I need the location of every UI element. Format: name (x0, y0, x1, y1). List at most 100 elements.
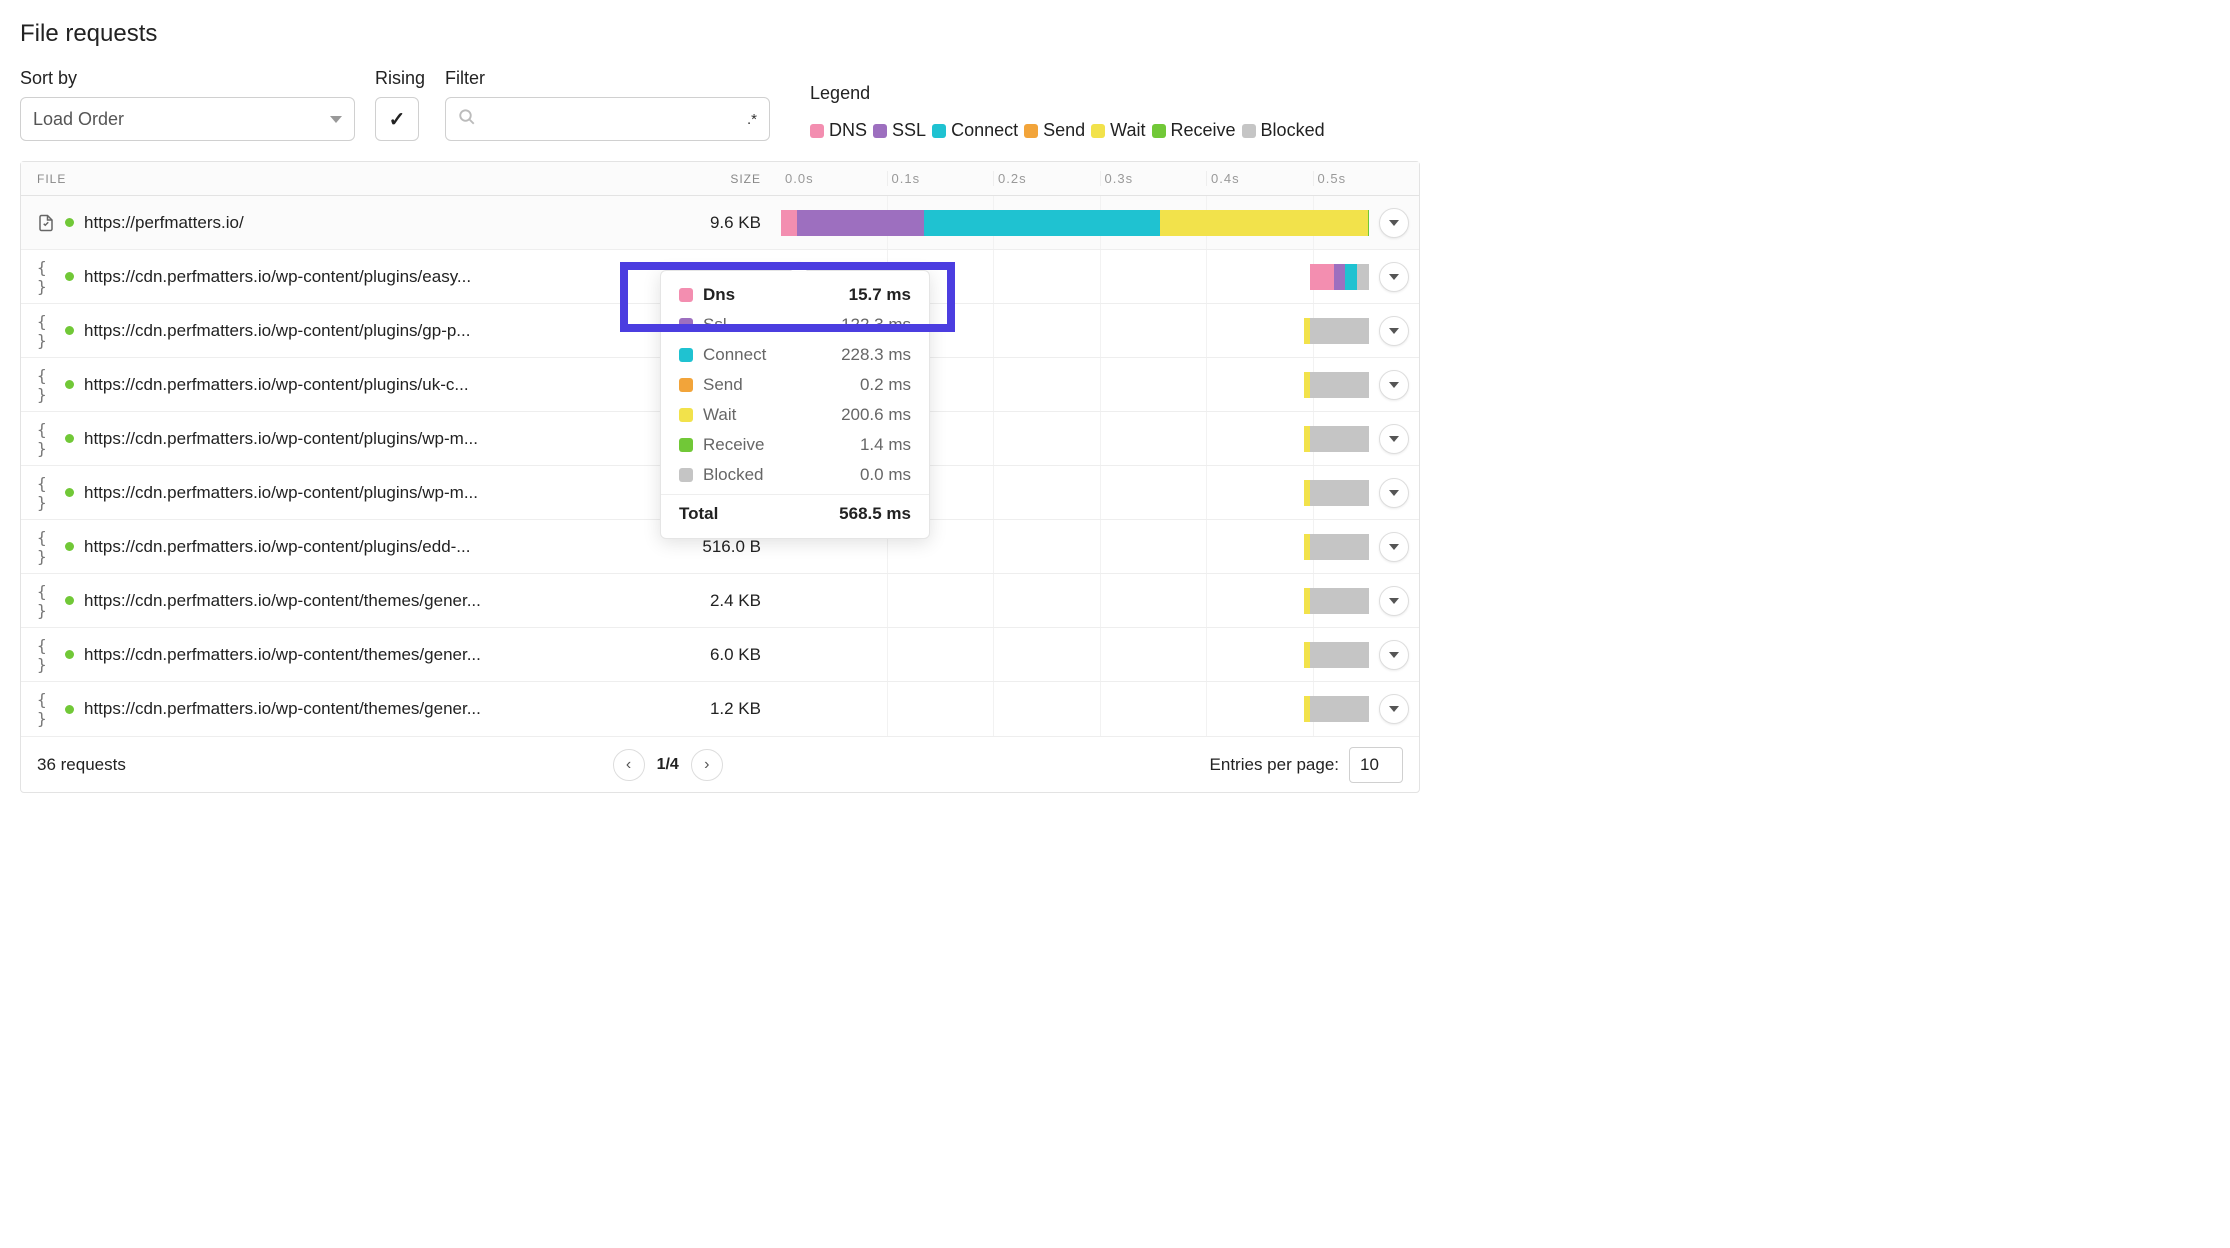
legend-label-text: Connect (951, 120, 1018, 141)
expand-row-button[interactable] (1379, 586, 1409, 616)
sort-by-select[interactable]: Load Order (20, 97, 355, 141)
file-url: https://cdn.perfmatters.io/wp-content/pl… (84, 375, 469, 395)
status-dot (65, 542, 74, 551)
sort-by-label: Sort by (20, 68, 355, 89)
status-dot (65, 380, 74, 389)
waterfall-segment (1310, 588, 1369, 614)
tooltip-label: Blocked (703, 465, 763, 485)
column-size[interactable]: SIZE (541, 172, 781, 186)
legend-item-connect: Connect (932, 120, 1018, 141)
waterfall-bar[interactable] (781, 696, 1369, 722)
braces-icon: { } (37, 268, 55, 286)
chevron-down-icon (1389, 220, 1399, 226)
waterfall-bar[interactable] (781, 588, 1369, 614)
file-url: https://cdn.perfmatters.io/wp-content/th… (84, 645, 481, 665)
chevron-down-icon (1389, 652, 1399, 658)
waterfall-segment (1310, 372, 1369, 398)
column-file[interactable]: FILE (21, 172, 541, 186)
tooltip-row: Dns15.7 ms (661, 271, 929, 310)
legend-item-dns: DNS (810, 120, 867, 141)
legend-label: Legend (810, 83, 1325, 104)
braces-icon: { } (37, 376, 55, 394)
rising-toggle[interactable]: ✓ (375, 97, 419, 141)
file-url: https://cdn.perfmatters.io/wp-content/pl… (84, 537, 470, 557)
table-row[interactable]: { } https://cdn.perfmatters.io/wp-content… (21, 628, 1419, 682)
table-row[interactable]: { }https://cdn.perfmatters.io/wp-content… (21, 682, 1419, 736)
legend-label-text: Receive (1171, 120, 1236, 141)
expand-row-button[interactable] (1379, 532, 1409, 562)
filter-label: Filter (445, 68, 770, 89)
braces-icon: { } (37, 700, 55, 718)
status-dot (65, 596, 74, 605)
braces-icon: { } (37, 646, 55, 664)
chevron-left-icon: ‹ (626, 756, 631, 774)
timeline-tick: 0.3s (1100, 171, 1207, 186)
next-page-button[interactable]: › (691, 749, 723, 781)
page-indicator: 1/4 (657, 756, 679, 774)
waterfall-segment (1310, 480, 1369, 506)
timeline-tick: 0.4s (1206, 171, 1313, 186)
expand-row-button[interactable] (1379, 316, 1409, 346)
file-size: 2.4 KB (541, 591, 781, 611)
tooltip-row: Ssl122.3 ms (661, 310, 929, 340)
tooltip-total-label: Total (679, 504, 718, 524)
tooltip-row: Send0.2 ms (661, 370, 929, 400)
file-url: https://cdn.perfmatters.io/wp-content/pl… (84, 321, 470, 341)
expand-row-button[interactable] (1379, 694, 1409, 724)
table-row[interactable]: { }https://cdn.perfmatters.io/wp-content… (21, 574, 1419, 628)
filter-input[interactable]: .* (445, 97, 770, 141)
tooltip-value: 1.4 ms (860, 435, 911, 455)
sort-by-value: Load Order (33, 109, 124, 130)
expand-row-button[interactable] (1379, 478, 1409, 508)
waterfall-segment (1160, 210, 1368, 236)
legend-swatch (810, 124, 824, 138)
tooltip-swatch (679, 468, 693, 482)
legend-item-blocked: Blocked (1242, 120, 1325, 141)
file-size: 9.6 KB (541, 213, 781, 233)
tooltip-row: Connect228.3 ms (661, 340, 929, 370)
tooltip-swatch (679, 438, 693, 452)
waterfall-segment (781, 210, 797, 236)
expand-row-button[interactable] (1379, 424, 1409, 454)
waterfall-bar[interactable] (781, 642, 1369, 668)
file-url: https://perfmatters.io/ (84, 213, 244, 233)
filter-regex-hint: .* (747, 111, 757, 128)
legend-swatch (1242, 124, 1256, 138)
file-url: https://cdn.perfmatters.io/wp-content/pl… (84, 429, 478, 449)
waterfall-segment (1357, 264, 1369, 290)
legend-item-receive: Receive (1152, 120, 1236, 141)
tooltip-swatch (679, 288, 693, 302)
status-dot (65, 272, 74, 281)
waterfall-segment (1345, 264, 1357, 290)
requests-count: 36 requests (37, 755, 126, 775)
tooltip-total-value: 568.5 ms (839, 504, 911, 524)
prev-page-button[interactable]: ‹ (613, 749, 645, 781)
tooltip-swatch (679, 348, 693, 362)
expand-row-button[interactable] (1379, 208, 1409, 238)
tooltip-row: Wait200.6 ms (661, 400, 929, 430)
legend-item-ssl: SSL (873, 120, 926, 141)
tooltip-label: Dns (703, 285, 735, 305)
expand-row-button[interactable] (1379, 640, 1409, 670)
tooltip-label: Send (703, 375, 743, 395)
waterfall-bar[interactable] (781, 210, 1369, 236)
chevron-down-icon (1389, 436, 1399, 442)
chevron-down-icon (1389, 598, 1399, 604)
table-row[interactable]: https://perfmatters.io/9.6 KB (21, 196, 1419, 250)
legend-item-send: Send (1024, 120, 1085, 141)
braces-icon: { } (37, 322, 55, 340)
expand-row-button[interactable] (1379, 370, 1409, 400)
waterfall-segment (1310, 264, 1334, 290)
tooltip-value: 200.6 ms (841, 405, 911, 425)
tooltip-swatch (679, 318, 693, 332)
entries-per-page-label: Entries per page: (1210, 755, 1339, 775)
entries-per-page-input[interactable]: 10 (1349, 747, 1403, 783)
status-dot (65, 434, 74, 443)
chevron-down-icon (1389, 490, 1399, 496)
braces-icon: { } (37, 484, 55, 502)
legend-swatch (932, 124, 946, 138)
expand-row-button[interactable] (1379, 262, 1409, 292)
tooltip-label: Connect (703, 345, 766, 365)
timeline-tick: 0.0s (781, 171, 887, 186)
braces-icon: { } (37, 538, 55, 556)
